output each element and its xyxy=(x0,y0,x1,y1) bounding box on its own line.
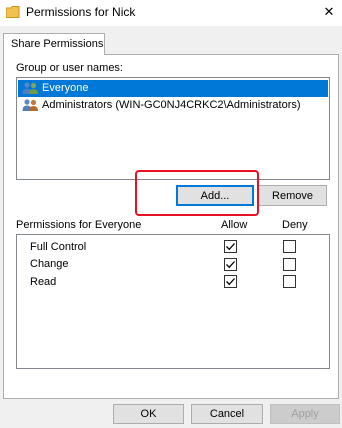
deny-header: Deny xyxy=(282,219,308,231)
allow-checkbox-full-control[interactable] xyxy=(224,240,237,253)
tab-label: Share Permissions xyxy=(11,38,104,50)
close-button[interactable]: ✕ xyxy=(318,2,340,22)
perm-row-label: Full Control xyxy=(30,241,87,253)
users-group-icon xyxy=(22,81,39,95)
group-user-names-label: Group or user names: xyxy=(16,62,123,74)
list-item-label: Everyone xyxy=(42,82,89,94)
allow-header: Allow xyxy=(221,219,248,231)
deny-checkbox-full-control[interactable] xyxy=(283,240,296,253)
deny-checkbox-change[interactable] xyxy=(283,258,296,271)
highlight-box xyxy=(135,170,259,216)
allow-checkbox-change[interactable] xyxy=(224,258,237,271)
remove-button[interactable]: Remove xyxy=(258,185,327,206)
users-group-icon xyxy=(22,98,39,112)
cancel-button[interactable]: Cancel xyxy=(191,404,263,424)
permissions-grid: Full Control Change Read xyxy=(16,234,330,369)
perm-row-label: Change xyxy=(30,258,69,270)
permissions-label: Permissions for Everyone xyxy=(16,219,142,231)
check-icon xyxy=(226,261,235,269)
title-bar: Permissions for Nick ✕ xyxy=(0,0,342,26)
close-icon: ✕ xyxy=(323,4,335,19)
allow-checkbox-read[interactable] xyxy=(224,275,237,288)
tab-share-permissions[interactable]: Share Permissions xyxy=(3,33,105,55)
list-item-everyone[interactable]: Everyone xyxy=(18,80,328,97)
deny-checkbox-read[interactable] xyxy=(283,275,296,288)
folder-icon xyxy=(5,6,20,18)
check-icon xyxy=(226,243,235,251)
apply-button[interactable]: Apply xyxy=(270,404,340,424)
user-list[interactable]: Everyone Administrators (WIN-GC0NJ4CRKC2… xyxy=(16,77,330,180)
list-item-administrators[interactable]: Administrators (WIN-GC0NJ4CRKC2\Administ… xyxy=(18,97,328,114)
window-title: Permissions for Nick xyxy=(26,5,136,19)
perm-row-label: Read xyxy=(30,276,57,288)
check-icon xyxy=(226,278,235,286)
list-item-label: Administrators (WIN-GC0NJ4CRKC2\Administ… xyxy=(42,99,301,111)
ok-button[interactable]: OK xyxy=(113,404,184,424)
